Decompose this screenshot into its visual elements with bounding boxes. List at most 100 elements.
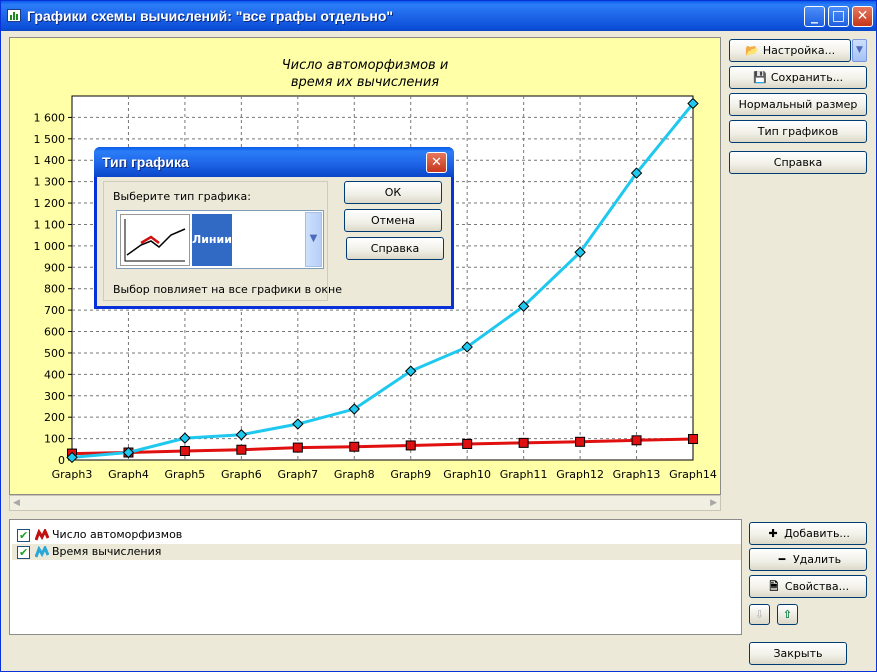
line-chart-thumbnail (120, 214, 190, 266)
add-button[interactable]: ✚ Добавить... (749, 522, 867, 545)
series-point (179, 446, 190, 457)
series-label: Число автоморфизмов (52, 528, 183, 541)
save-label: Сохранить... (770, 71, 844, 84)
dialog-title: Тип графика (102, 154, 189, 170)
dialog-note: Выбор повлияет на все графики в окне (113, 283, 342, 296)
y-tick-label: 300 (44, 390, 65, 403)
series-checkbox[interactable]: ✔ (17, 546, 30, 559)
series-point (405, 440, 416, 451)
checkmark-icon: ✔ (19, 529, 29, 542)
x-tick-label: Graph11 (500, 468, 548, 481)
list-item[interactable]: ✔ Время вычисления (12, 544, 741, 560)
series-point (349, 441, 360, 452)
main-window: Графики схемы вычислений: "все графы отд… (0, 0, 877, 672)
maximize-icon: □ (831, 8, 846, 24)
ok-button[interactable]: ОК (344, 181, 442, 204)
minimize-button[interactable]: _ (804, 6, 825, 27)
close-icon: ✕ (856, 8, 869, 24)
chevron-down-icon: ▼ (856, 45, 863, 55)
type-list-scrollbar[interactable]: ▼ (305, 212, 322, 267)
properties-button[interactable]: 🗎 Свойства... (749, 575, 867, 598)
y-tick-label: 900 (44, 261, 65, 274)
x-tick-label: Graph5 (165, 468, 206, 481)
settings-label: Настройка... (762, 44, 836, 57)
minus-icon: ━ (778, 553, 786, 566)
maximize-button[interactable]: □ (828, 6, 849, 27)
arrow-up-icon: ⇧ (782, 608, 793, 621)
x-tick-label: Graph7 (277, 468, 318, 481)
x-tick-label: Graph6 (221, 468, 262, 481)
y-tick-label: 1 000 (34, 240, 66, 253)
x-tick-label: Graph8 (334, 468, 375, 481)
cancel-button[interactable]: Отмена (344, 209, 442, 232)
chart-type-button[interactable]: Тип графиков (729, 120, 867, 143)
y-tick-label: 500 (44, 347, 65, 360)
window-title: Графики схемы вычислений: "все графы отд… (27, 8, 394, 24)
series-point (688, 434, 698, 445)
y-tick-label: 1 200 (34, 197, 66, 210)
chart-horizontal-scrollbar[interactable]: ◀ ▶ (9, 495, 721, 511)
settings-button[interactable]: 📂 Настройка... (729, 39, 851, 62)
close-icon: ✕ (431, 155, 442, 170)
scroll-right-icon[interactable]: ▶ (710, 498, 717, 508)
y-tick-label: 400 (44, 368, 65, 381)
series-label: Время вычисления (52, 545, 162, 558)
chevron-down-icon: ▼ (309, 233, 318, 244)
dialog-title-bar[interactable]: Тип графика ✕ (94, 147, 454, 177)
x-tick-label: Graph12 (556, 468, 604, 481)
plus-icon: ✚ (768, 527, 778, 540)
save-button[interactable]: 💾 Сохранить... (729, 66, 867, 89)
series-list: ✔ Число автоморфизмов ✔ Время вычисления (9, 519, 742, 635)
remove-button[interactable]: ━ Удалить (749, 548, 867, 571)
x-tick-label: Graph10 (443, 468, 491, 481)
properties-label: Свойства... (784, 580, 850, 593)
chart-title-line2: время их вычисления (291, 75, 439, 90)
chart-type-select[interactable]: Линии ▼ (116, 210, 324, 269)
series-point (292, 442, 303, 453)
y-tick-label: 1 500 (34, 133, 66, 146)
help-button[interactable]: Справка (729, 151, 867, 174)
series-point (236, 444, 247, 455)
properties-icon: 🗎 (769, 580, 779, 593)
x-tick-label: Graph9 (390, 468, 431, 481)
floppy-disk-icon: 💾 (752, 71, 767, 84)
y-tick-label: 1 400 (34, 154, 66, 167)
settings-dropdown-button[interactable]: ▼ (852, 39, 867, 62)
red-series-icon (35, 529, 49, 541)
arrow-down-icon: ⇩ (754, 608, 765, 621)
move-up-button[interactable]: ⇧ (777, 604, 798, 625)
add-label: Добавить... (784, 527, 850, 540)
normal-size-button[interactable]: Нормальный размер (729, 93, 867, 116)
y-tick-label: 600 (44, 326, 65, 339)
minimize-icon: _ (811, 8, 818, 24)
list-item[interactable]: ✔ Число автоморфизмов (12, 527, 741, 543)
close-window-button[interactable]: ✕ (852, 6, 873, 27)
dialog-body: Выберите тип графика: Линии ▼ Выбор повл… (97, 177, 451, 306)
move-down-button[interactable]: ⇩ (749, 604, 770, 625)
chart-type-dialog: Тип графика ✕ Выберите тип графика: Лини… (94, 147, 454, 309)
series-point (518, 437, 529, 448)
remove-label: Удалить (792, 553, 842, 566)
dialog-help-button[interactable]: Справка (346, 237, 444, 260)
series-point (631, 435, 642, 446)
close-button[interactable]: Закрыть (749, 642, 847, 665)
choose-type-label: Выберите тип графика: (113, 190, 251, 203)
x-tick-label: Graph14 (669, 468, 717, 481)
title-bar[interactable]: Графики схемы вычислений: "все графы отд… (1, 1, 876, 31)
series-checkbox[interactable]: ✔ (17, 529, 30, 542)
chart-title-line1: Число автоморфизмов и (282, 58, 449, 73)
scroll-left-icon[interactable]: ◀ (13, 498, 20, 508)
y-tick-label: 1 600 (34, 111, 66, 124)
checkmark-icon: ✔ (19, 546, 29, 559)
x-tick-label: Graph4 (108, 468, 149, 481)
y-tick-label: 0 (58, 454, 65, 467)
dialog-close-button[interactable]: ✕ (426, 152, 447, 173)
x-tick-label: Graph3 (52, 468, 93, 481)
app-chart-icon (7, 9, 21, 22)
series-point (575, 436, 586, 447)
y-tick-label: 700 (44, 304, 65, 317)
blue-series-icon (35, 546, 49, 558)
x-tick-label: Graph13 (613, 468, 661, 481)
y-tick-label: 1 100 (34, 218, 66, 231)
selected-type-option[interactable]: Линии (192, 214, 232, 266)
